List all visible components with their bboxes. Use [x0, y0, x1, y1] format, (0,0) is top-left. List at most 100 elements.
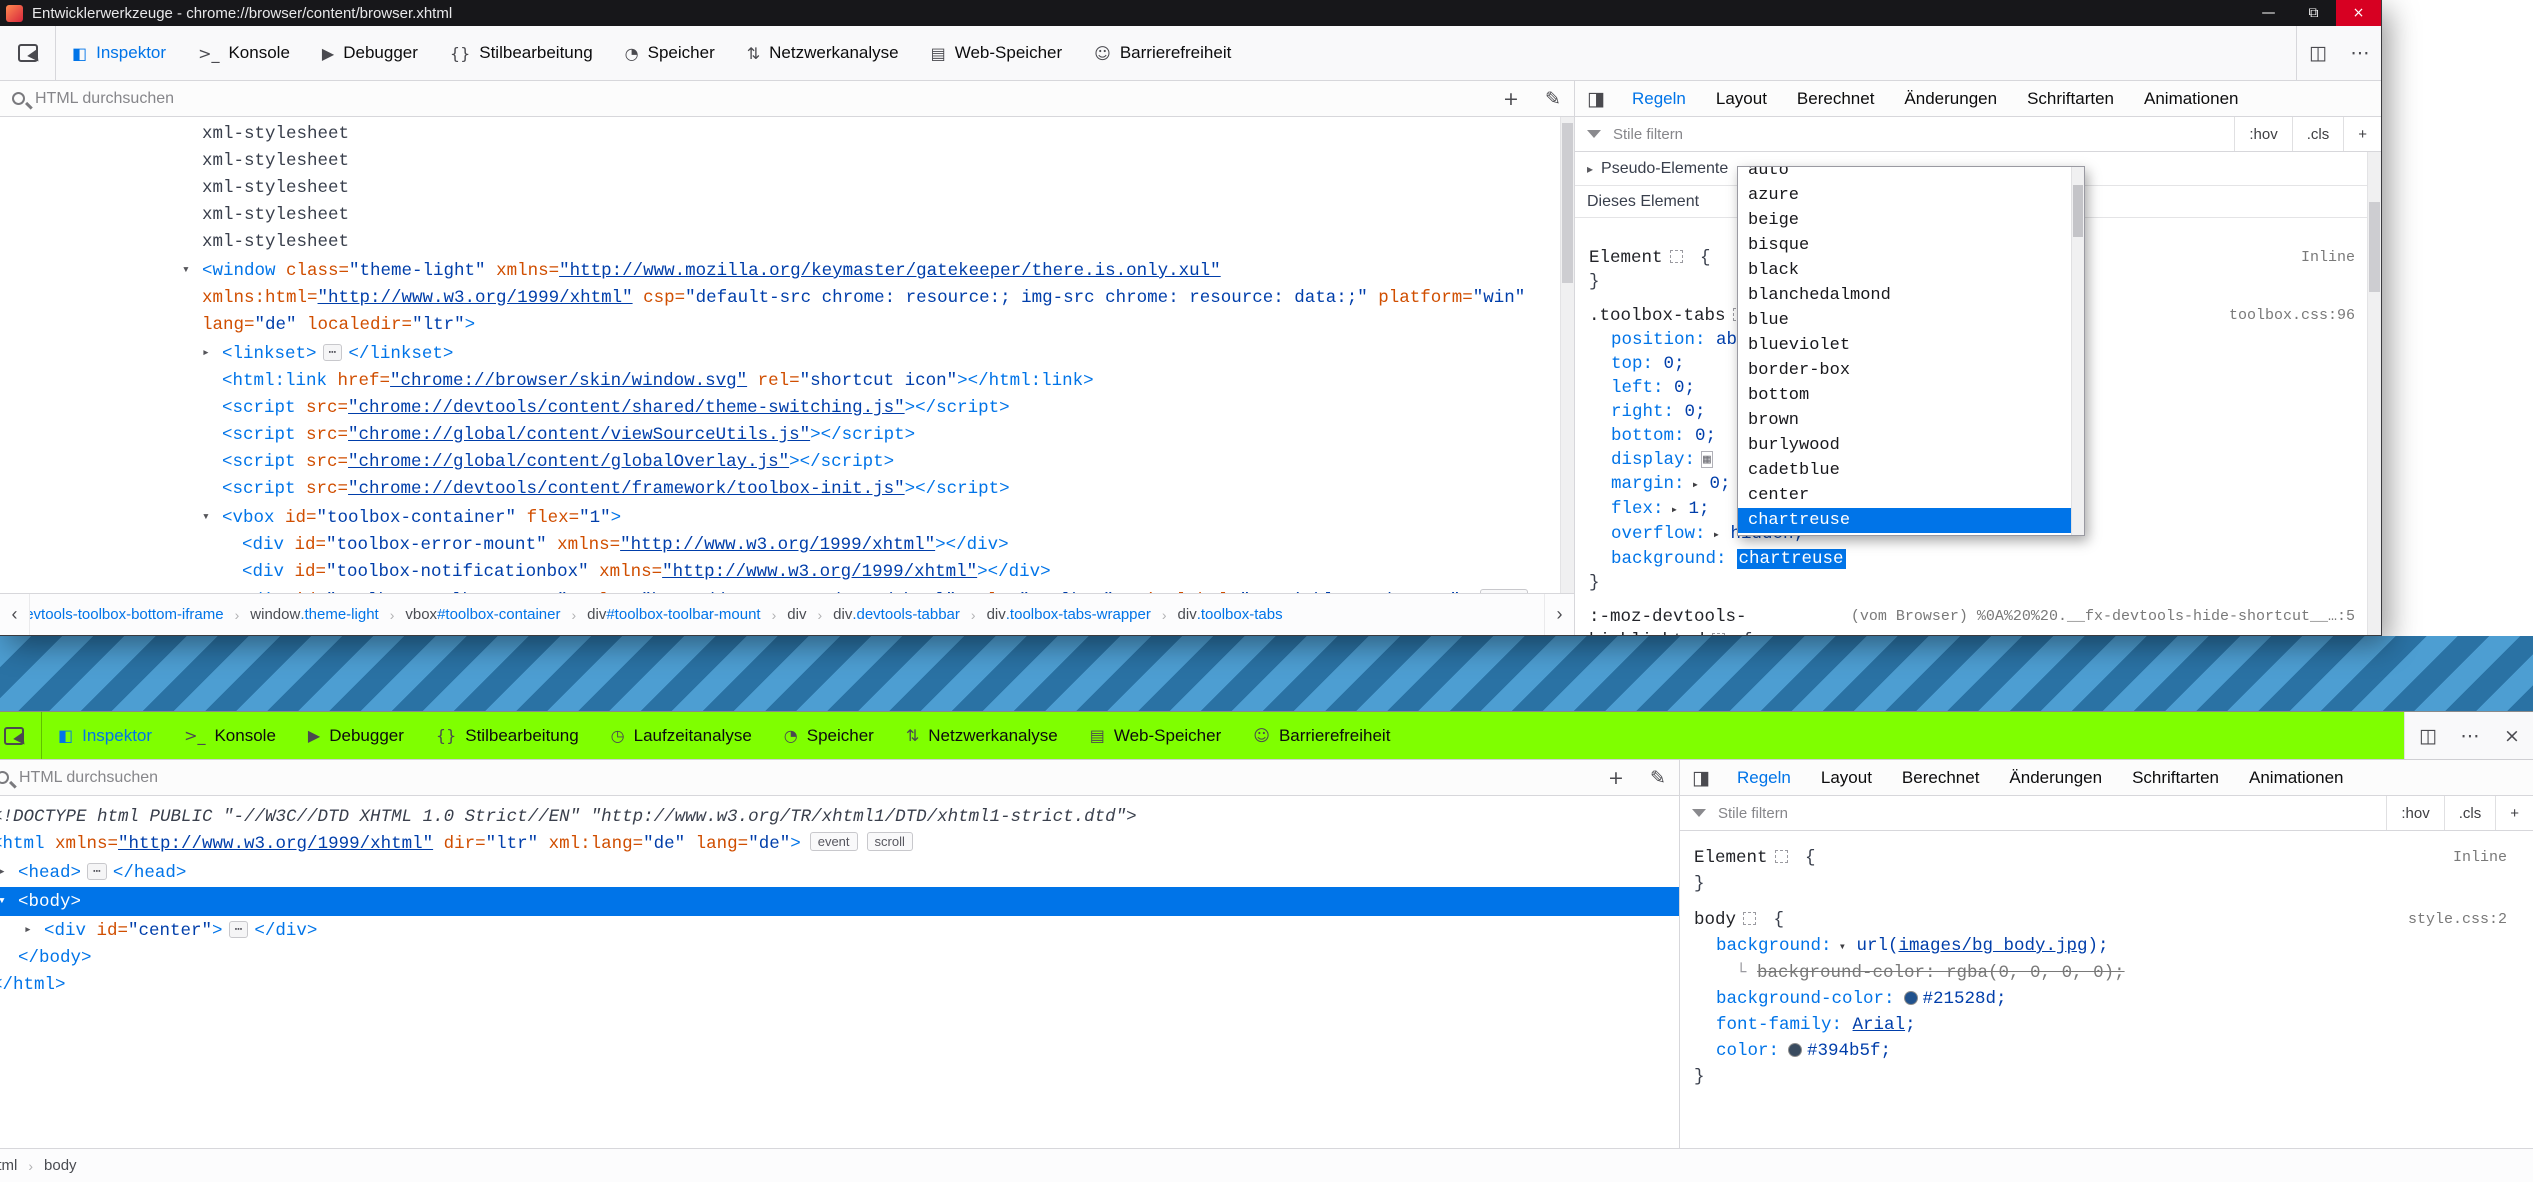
autocomplete-item[interactable]: blueviolet — [1738, 333, 2084, 358]
scrollbar-thumb[interactable] — [1562, 123, 1573, 283]
tab-fonts[interactable]: Schriftarten — [2012, 81, 2129, 116]
inline-edit-input[interactable]: chartreuse — [1737, 549, 1846, 569]
add-rule-button[interactable]: + — [2495, 796, 2533, 830]
attribute-link[interactable]: "http://www.w3.org/1999/xhtml" — [662, 562, 977, 582]
code-line[interactable]: └ background-color: rgba(0, 0, 0, 0); — [1680, 960, 2533, 986]
autocomplete-item[interactable]: burlywood — [1738, 433, 2084, 458]
dock-button[interactable]: ◫ — [2407, 712, 2449, 759]
restore-button[interactable]: ⧉ — [2291, 0, 2336, 26]
code-line[interactable]: Element {Inline — [1680, 845, 2533, 871]
pick-element-button[interactable] — [0, 712, 42, 759]
code-line[interactable]: :-moz-devtools-(vom Browser) %0A%20%20._… — [1575, 605, 2381, 629]
code-line[interactable]: color:#394b5f; — [1680, 1038, 2533, 1064]
collapsed-content-pill[interactable]: ⋯ — [229, 921, 249, 938]
rule-source-link[interactable]: style.css:2 — [2408, 907, 2507, 933]
selected-node-row[interactable]: ▾<body> — [0, 887, 1679, 916]
expand-twisty-icon[interactable]: ▸ — [1706, 528, 1720, 542]
tab-layout[interactable]: Layout — [1806, 760, 1887, 795]
breadcrumbs-scroll-left-button[interactable]: ‹ — [0, 594, 30, 635]
tab-rules[interactable]: Regeln — [1722, 760, 1806, 795]
code-line[interactable]: ▾<vbox id="toolbox-container" flex="1"> — [0, 503, 1574, 532]
code-line[interactable]: </html> — [0, 972, 1679, 999]
selector-highlighter-icon[interactable] — [1712, 633, 1725, 635]
tab-inspector[interactable]: ◧Inspektor — [42, 712, 168, 759]
breadcrumb-item[interactable]: div.toolbox-tabs — [1167, 594, 1294, 635]
breadcrumb-item[interactable]: div — [776, 594, 817, 635]
tab-animations[interactable]: Animationen — [2129, 81, 2254, 116]
attribute-link[interactable]: "http://www.mozilla.org/keymaster/gateke… — [559, 261, 1221, 281]
tab-accessibility[interactable]: ☺Barrierefreiheit — [1078, 26, 1247, 80]
add-node-button[interactable]: + — [1490, 81, 1532, 116]
autocomplete-item[interactable]: brown — [1738, 408, 2084, 433]
breadcrumb-item[interactable]: window.theme-light — [239, 594, 389, 635]
style-filter-input[interactable]: Stile filtern — [1718, 805, 2378, 822]
window-titlebar[interactable]: Entwicklerwerkzeuge - chrome://browser/c… — [0, 0, 2381, 26]
tab-style-editor[interactable]: {}Stilbearbeitung — [434, 26, 609, 80]
tab-storage[interactable]: ▤Web-Speicher — [1074, 712, 1238, 759]
code-line[interactable]: <script src="chrome://global/content/glo… — [0, 449, 1574, 476]
search-input[interactable]: HTML durchsuchen — [19, 769, 1585, 787]
tab-computed[interactable]: Berechnet — [1782, 81, 1890, 116]
twisty-icon[interactable]: ▾ — [182, 256, 202, 283]
selector-highlighter-icon[interactable] — [1775, 850, 1788, 863]
autocomplete-scrollbar[interactable] — [2071, 167, 2084, 535]
scrollbar-thumb[interactable] — [2073, 185, 2083, 237]
code-line[interactable]: xml-stylesheet — [0, 175, 1574, 202]
style-filter-input[interactable]: Stile filtern — [1613, 126, 2226, 143]
tab-storage[interactable]: ▤Web-Speicher — [915, 26, 1079, 80]
code-line[interactable]: } — [1575, 571, 2381, 595]
autocomplete-item[interactable]: border-box — [1738, 358, 2084, 383]
node-badge[interactable]: event — [810, 832, 858, 851]
tab-console[interactable]: >_Konsole — [168, 712, 292, 759]
autocomplete-item[interactable]: blanchedalmond — [1738, 283, 2084, 308]
attribute-link[interactable]: "chrome://global/content/globalOverlay.j… — [348, 452, 789, 472]
sidebar-toggle-button[interactable]: ◨ — [1680, 760, 1722, 795]
tab-memory[interactable]: ◔Speicher — [768, 712, 890, 759]
tab-changes[interactable]: Änderungen — [1994, 760, 2117, 795]
sidebar-toggle-button[interactable]: ◨ — [1575, 81, 1617, 116]
code-line[interactable]: body {style.css:2 — [1680, 907, 2533, 933]
tab-inspector[interactable]: ◧Inspektor — [56, 26, 182, 80]
code-line[interactable]: <div id="toolbox-notificationbox" xmlns=… — [0, 559, 1574, 586]
breadcrumb-item[interactable]: div.toolbox-tabs-wrapper — [976, 594, 1162, 635]
tab-style-editor[interactable]: {}Stilbearbeitung — [420, 712, 595, 759]
autocomplete-item[interactable]: black — [1738, 258, 2084, 283]
twisty-icon[interactable]: ▾ — [222, 586, 242, 593]
code-line[interactable]: ▾<div id="toolbox-toolbar-mount" xmlns="… — [0, 586, 1574, 593]
dock-button[interactable]: ◫ — [2297, 26, 2339, 80]
code-line[interactable]: ▸<linkset>⋯</linkset> — [0, 339, 1574, 368]
tab-performance[interactable]: ◷Laufzeitanalyse — [595, 712, 768, 759]
attribute-link[interactable]: "http://www.w3.org/1999/xhtml" — [118, 834, 433, 854]
class-panel-toggle[interactable]: .cls — [2292, 117, 2344, 151]
attribute-link[interactable]: "http://www.w3.org/1999/xhtml" — [620, 535, 935, 555]
breadcrumb-item[interactable]: div#toolbox-toolbar-mount — [576, 594, 771, 635]
attribute-link[interactable]: "chrome://browser/skin/window.svg" — [390, 371, 747, 391]
markup-scrollbar[interactable] — [1560, 117, 1574, 593]
breadcrumb-item[interactable]: body — [33, 1149, 88, 1182]
attribute-link[interactable]: "chrome://devtools/content/shared/theme-… — [348, 398, 905, 418]
grid-toggle-icon[interactable]: ▦ — [1701, 451, 1713, 468]
code-line[interactable]: font-family: Arial; — [1680, 1012, 2533, 1038]
code-line[interactable]: ▸<head>⋯</head> — [0, 858, 1679, 887]
breadcrumbs-scroll-right-button[interactable]: › — [1544, 594, 1574, 635]
pick-element-button[interactable] — [0, 26, 56, 80]
node-badge[interactable]: scroll — [867, 832, 913, 851]
eyedropper-button[interactable]: ✎ — [1637, 760, 1679, 795]
code-line[interactable]: <!DOCTYPE html PUBLIC "-//W3C//DTD XHTML… — [0, 804, 1679, 831]
tab-network[interactable]: ⇅Netzwerkanalyse — [890, 712, 1074, 759]
color-swatch[interactable] — [1904, 991, 1918, 1005]
tab-debugger[interactable]: ▶Debugger — [306, 26, 434, 80]
tab-computed[interactable]: Berechnet — [1887, 760, 1995, 795]
tab-fonts[interactable]: Schriftarten — [2117, 760, 2234, 795]
code-line[interactable]: } — [1680, 871, 2533, 897]
tab-accessibility[interactable]: ☺Barrierefreiheit — [1237, 712, 1406, 759]
minimize-button[interactable]: — — [2246, 0, 2291, 26]
code-line[interactable]: background: ▾ url(images/bg_body.jpg); — [1680, 933, 2533, 960]
collapsed-content-pill[interactable]: ⋯ — [87, 863, 107, 880]
twisty-icon[interactable]: ▸ — [202, 339, 222, 366]
tab-console[interactable]: >_Konsole — [182, 26, 306, 80]
autocomplete-item[interactable]: bisque — [1738, 233, 2084, 258]
breadcrumb-item[interactable]: html — [0, 1149, 28, 1182]
selector-highlighter-icon[interactable] — [1670, 250, 1683, 263]
code-line[interactable]: background:chartreuse — [1575, 547, 2381, 571]
